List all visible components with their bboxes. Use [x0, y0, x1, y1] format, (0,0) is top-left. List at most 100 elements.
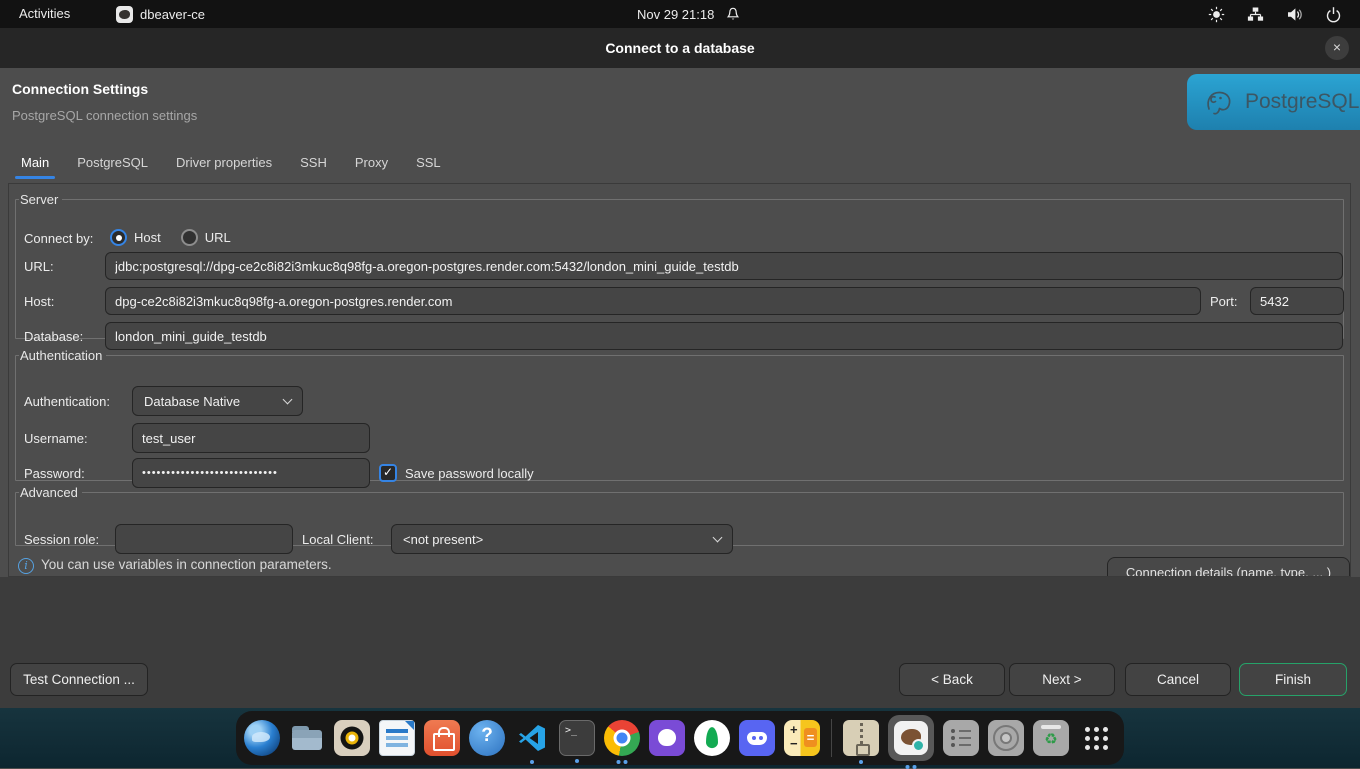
- radio-url-circle-icon: [181, 229, 198, 246]
- tab-postgresql[interactable]: PostgreSQL: [76, 150, 149, 179]
- elephant-icon: [1202, 85, 1236, 119]
- settings-icon[interactable]: [943, 720, 979, 756]
- server-group: Server Connect by: Host URL URL: Host: P…: [15, 192, 1344, 339]
- dialog-titlebar: Connect to a database ×: [0, 28, 1360, 68]
- tab-ssh[interactable]: SSH: [299, 150, 328, 179]
- gnome-top-bar: Activities dbeaver-ce Nov 29 21:18: [0, 0, 1360, 28]
- database-label: Database:: [24, 322, 83, 350]
- tab-proxy[interactable]: Proxy: [354, 150, 389, 179]
- disks-icon[interactable]: [988, 720, 1024, 756]
- password-input[interactable]: [132, 458, 370, 488]
- vscode-glyph-icon: [516, 722, 548, 754]
- host-input[interactable]: [105, 287, 1201, 315]
- brightness-icon: [1208, 6, 1225, 23]
- dock: [236, 711, 1124, 765]
- radio-host[interactable]: Host: [110, 229, 161, 246]
- local-client-select[interactable]: <not present>: [391, 524, 733, 554]
- test-connection-button[interactable]: Test Connection ...: [10, 663, 148, 696]
- postgresql-logo-text: PostgreSQL: [1245, 90, 1359, 114]
- info-icon: i: [18, 558, 34, 574]
- window-dots: [530, 760, 534, 764]
- dialog-button-bar: Test Connection ... < Back Next > Cancel…: [0, 577, 1360, 708]
- radio-host-label: Host: [134, 230, 161, 245]
- local-client-label: Local Client:: [302, 525, 374, 553]
- thunderbird-icon[interactable]: [244, 720, 280, 756]
- tab-driver-properties[interactable]: Driver properties: [175, 150, 273, 179]
- connection-details-button[interactable]: Connection details (name, type, ... ): [1107, 557, 1350, 577]
- cancel-button[interactable]: Cancel: [1125, 663, 1231, 696]
- volume-icon: [1286, 6, 1303, 23]
- trash-icon[interactable]: [1033, 720, 1069, 756]
- desktop-strip: [0, 708, 1360, 768]
- authentication-label: Authentication:: [24, 387, 110, 415]
- power-icon: [1325, 6, 1342, 23]
- app-menu-label: dbeaver-ce: [140, 7, 205, 22]
- finish-button[interactable]: Finish: [1239, 663, 1347, 696]
- window-dots: [859, 760, 863, 764]
- close-icon[interactable]: ×: [1325, 36, 1349, 60]
- main-tab-content: Server Connect by: Host URL URL: Host: P…: [8, 183, 1351, 577]
- page-subtitle: PostgreSQL connection settings: [12, 108, 197, 123]
- chevron-down-icon: [713, 533, 723, 543]
- session-role-label: Session role:: [24, 525, 99, 553]
- session-role-input[interactable]: [115, 524, 293, 554]
- radio-host-circle-icon: [110, 229, 127, 246]
- rhythmbox-icon[interactable]: [334, 720, 370, 756]
- connect-by-label: Connect by:: [24, 224, 93, 252]
- clock-menu[interactable]: Nov 29 21:18: [637, 0, 741, 28]
- authentication-select[interactable]: Database Native: [132, 386, 303, 416]
- settings-tabbar: Main PostgreSQL Driver properties SSH Pr…: [20, 150, 442, 179]
- tab-main[interactable]: Main: [20, 150, 50, 179]
- show-applications-icon[interactable]: [1078, 720, 1114, 756]
- server-group-legend: Server: [19, 192, 62, 207]
- github-desktop-icon[interactable]: [649, 720, 685, 756]
- password-label: Password:: [24, 459, 85, 487]
- dock-separator: [831, 719, 832, 757]
- network-icon: [1247, 6, 1264, 23]
- archive-manager-icon[interactable]: [843, 720, 879, 756]
- system-status-menu[interactable]: [1208, 0, 1342, 28]
- username-input[interactable]: [132, 423, 370, 453]
- save-password-label: Save password locally: [405, 459, 534, 487]
- vscode-icon[interactable]: [514, 720, 550, 756]
- authentication-group: Authentication Authentication: Database …: [15, 348, 1344, 481]
- dbeaver-active-app[interactable]: [888, 715, 934, 761]
- window-dots: [575, 759, 579, 763]
- back-button[interactable]: < Back: [899, 663, 1005, 696]
- chevron-down-icon: [283, 395, 293, 405]
- files-icon[interactable]: [289, 720, 325, 756]
- app-menu[interactable]: dbeaver-ce: [116, 0, 205, 28]
- discord-icon[interactable]: [739, 720, 775, 756]
- port-label: Port:: [1210, 287, 1237, 315]
- url-label: URL:: [24, 252, 54, 280]
- tab-ssl[interactable]: SSL: [415, 150, 442, 179]
- ubuntu-software-icon[interactable]: [424, 720, 460, 756]
- url-input[interactable]: [105, 252, 1343, 280]
- help-icon[interactable]: [469, 720, 505, 756]
- authentication-select-value: Database Native: [144, 394, 240, 409]
- username-label: Username:: [24, 424, 88, 452]
- save-password-checkbox[interactable]: [379, 464, 397, 482]
- mongodb-compass-icon[interactable]: [694, 720, 730, 756]
- advanced-group-legend: Advanced: [19, 485, 82, 500]
- authentication-group-legend: Authentication: [19, 348, 106, 363]
- advanced-group: Advanced Session role: Local Client: <no…: [15, 485, 1344, 546]
- connect-by-radio-group: Host URL: [110, 229, 231, 246]
- dialog-title: Connect to a database: [0, 28, 1360, 68]
- calculator-icon[interactable]: [784, 720, 820, 756]
- database-input[interactable]: [105, 322, 1343, 350]
- clock-label: Nov 29 21:18: [637, 7, 714, 22]
- local-client-select-value: <not present>: [403, 532, 483, 547]
- terminal-icon[interactable]: [559, 720, 595, 756]
- libreoffice-writer-icon[interactable]: [379, 720, 415, 756]
- port-input[interactable]: [1250, 287, 1344, 315]
- bell-icon: [725, 6, 741, 22]
- window-dots: [906, 765, 917, 769]
- chrome-icon[interactable]: [604, 720, 640, 756]
- radio-url[interactable]: URL: [181, 229, 231, 246]
- wizard-header: Connection Settings PostgreSQL connectio…: [0, 68, 1360, 140]
- next-button[interactable]: Next >: [1009, 663, 1115, 696]
- page-title: Connection Settings: [12, 81, 148, 97]
- variables-hint: You can use variables in connection para…: [41, 557, 332, 572]
- activities-button[interactable]: Activities: [15, 0, 74, 28]
